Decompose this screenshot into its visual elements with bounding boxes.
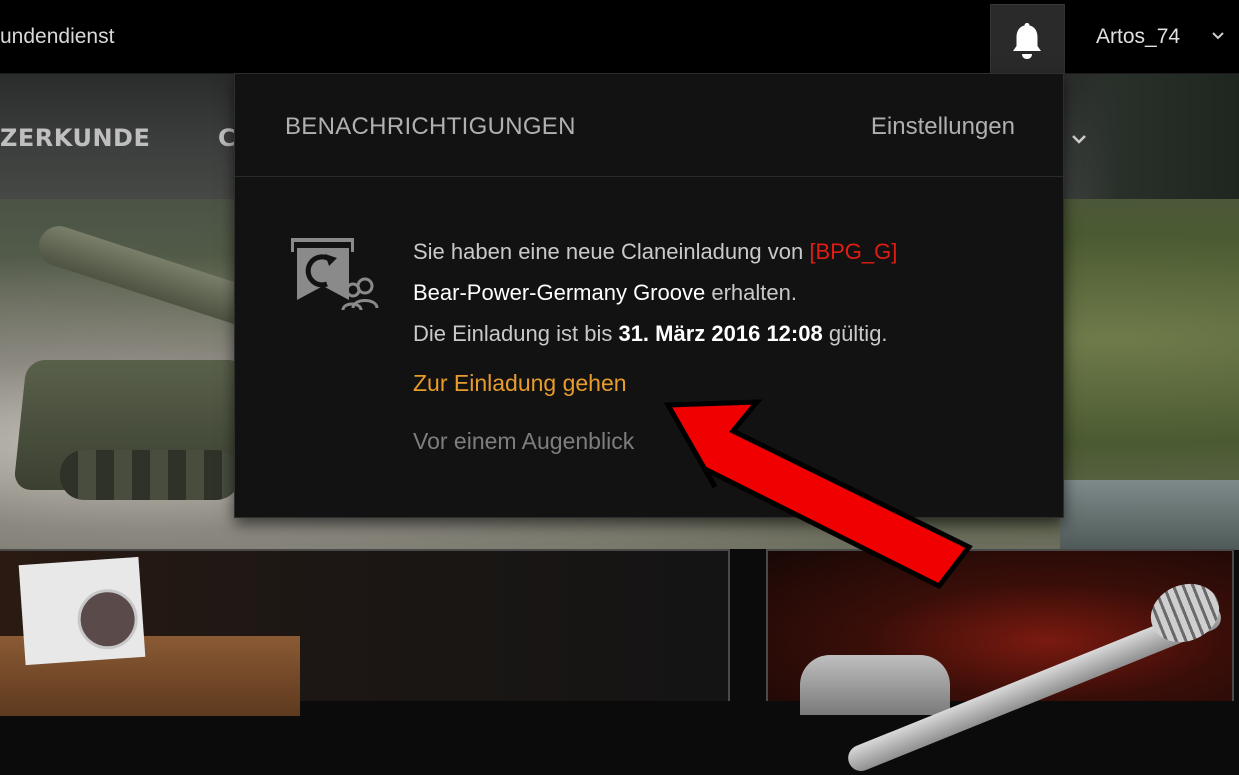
top-bar: undendienst Artos_74 [0,0,1239,74]
username: Artos_74 [1096,25,1181,48]
ballot-paper-image [18,556,146,666]
user-menu[interactable]: Artos_74 [1096,25,1224,49]
validity-prefix: Die Einladung ist bis [413,321,619,346]
validity-date: 31. März 2016 12:08 [618,321,823,346]
notifications-title: BENACHRICHTIGUNGEN [285,113,576,140]
notifications-button[interactable] [990,4,1065,74]
tank-tracks-image [60,450,240,500]
emblem-icon [75,587,140,652]
clan-name: Bear-Power-Germany Groove [413,280,706,305]
notifications-dropdown: BENACHRICHTIGUNGEN Einstellungen Sie hab… [234,73,1064,518]
clan-tag: [BPG_G] [809,239,898,264]
nav-item-panzerkunde[interactable]: ZERKUNDE [0,124,150,152]
message-intro: Sie haben eine neue Claneinladung von [413,239,810,264]
validity-suffix: gültig. [822,321,888,346]
news-card-left[interactable] [0,549,730,716]
settings-link[interactable]: Einstellungen [871,113,1015,141]
go-to-invitation-link[interactable]: Zur Einladung gehen [413,370,627,397]
nav-chevron-down-icon [1072,135,1086,144]
clan-invite-icon [291,238,379,311]
support-link[interactable]: undendienst [0,25,114,49]
lake-image [1060,480,1239,550]
notification-message: Sie haben eine neue Claneinladung von [B… [413,231,1033,354]
message-received: erhalten. [705,280,797,305]
chevron-down-icon [1212,32,1224,40]
notification-timestamp: Vor einem Augenblick [413,428,635,454]
nav-background-scenery [1039,74,1239,199]
notifications-header: BENACHRICHTIGUNGEN Einstellungen [235,74,1063,177]
bell-icon [1013,23,1041,59]
tank-turret-image [800,655,950,715]
